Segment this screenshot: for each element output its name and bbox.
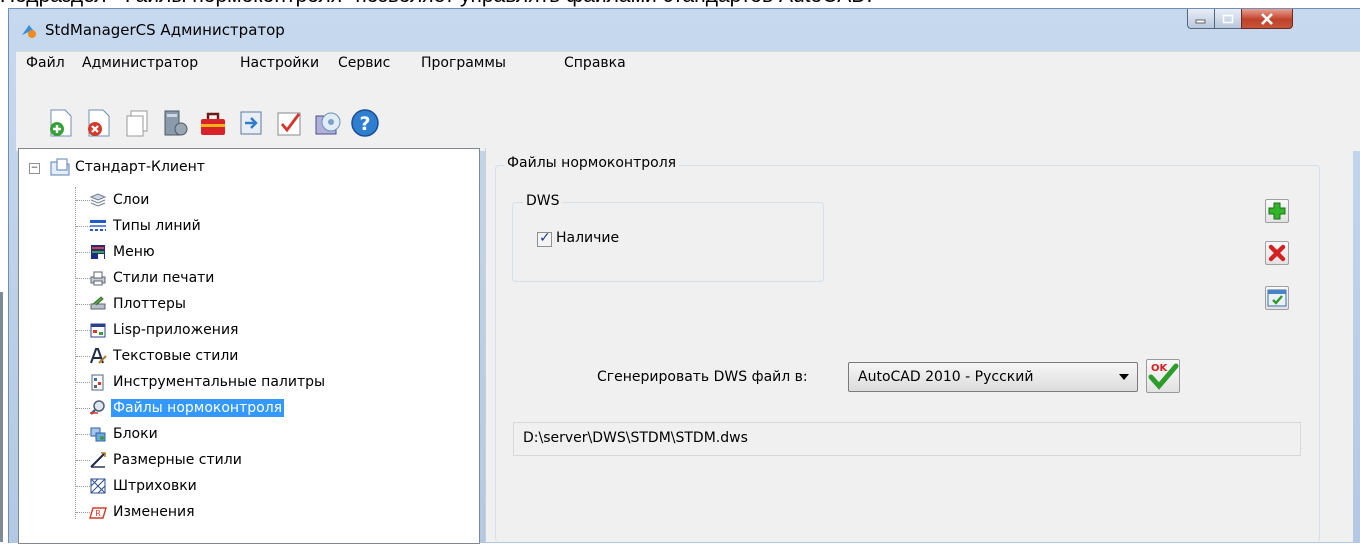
tree-panel[interactable]: − Стандарт-Клиент Слои Типы линий Меню С… (18, 148, 480, 544)
menu-admin[interactable]: Администратор (82, 55, 198, 71)
tree-item-menu[interactable]: Меню (19, 241, 459, 263)
dws-path-field[interactable]: D:\server\DWS\STDM\STDM.dws (513, 422, 1301, 456)
hatch-icon (90, 478, 106, 494)
maximize-icon (1222, 14, 1234, 23)
tree-item-label: Типы линий (113, 218, 201, 234)
layers-icon (89, 193, 107, 207)
dimstyle-icon (90, 452, 106, 468)
toolbox-icon[interactable] (197, 107, 229, 139)
tree-item-label: Плоттеры (113, 296, 186, 312)
tree-item-blocks[interactable]: Блоки (19, 423, 459, 445)
delete-doc-icon[interactable] (83, 107, 115, 139)
checklist-icon[interactable] (273, 107, 305, 139)
dws-group-title: DWS (523, 193, 563, 209)
generate-label: Сгенерировать DWS файл в: (597, 369, 808, 385)
tree-item-label: Размерные стили (113, 452, 242, 468)
tree-item-label: Lisp-приложения (113, 322, 239, 338)
lisp-icon (90, 323, 106, 338)
tree-item-lisp[interactable]: Lisp-приложения (19, 319, 459, 341)
dws-path-value: D:\server\DWS\STDM\STDM.dws (523, 430, 748, 446)
menu-programs[interactable]: Программы (421, 55, 506, 71)
tree-item-print-styles[interactable]: Стили печати (19, 267, 459, 289)
tree-item-tool-palettes[interactable]: Инструментальные палитры (19, 371, 459, 393)
tree-item-label: Стили печати (113, 270, 215, 286)
dws-checkbox[interactable]: ✓ (537, 230, 552, 247)
tree-item-changes[interactable]: R Изменения (19, 501, 459, 523)
chevron-down-icon (1119, 374, 1129, 380)
standards-group-title: Файлы нормоконтроля (504, 155, 680, 171)
plotter-icon (90, 296, 106, 310)
root-folder-icon (50, 158, 70, 176)
minimize-icon (1195, 19, 1206, 23)
export-icon[interactable] (235, 107, 267, 139)
disk-config-icon[interactable] (311, 107, 343, 139)
tree-item-label: Блоки (113, 426, 158, 442)
tree-item-label: Файлы нормоконтроля (111, 399, 285, 417)
menu-settings[interactable]: Настройки (240, 55, 319, 71)
tree-item-dim-styles[interactable]: Размерные стили (19, 449, 459, 471)
apply-button[interactable] (1265, 286, 1289, 310)
tree-item-label: Изменения (113, 504, 195, 520)
menu-service[interactable]: Сервис (338, 55, 390, 71)
help-icon[interactable]: ? (349, 107, 381, 139)
ok-text: OK (1151, 363, 1169, 374)
tree-item-standards-files[interactable]: Файлы нормоконтроля (19, 397, 459, 419)
plus-icon (1268, 202, 1286, 220)
svg-text:?: ? (359, 113, 370, 135)
tree-root-label[interactable]: Стандарт-Клиент (75, 159, 205, 175)
delete-icon (1268, 244, 1286, 262)
tree-item-label: Инструментальные палитры (113, 374, 326, 390)
ok-button[interactable]: OK (1146, 359, 1180, 393)
server-icon[interactable] (159, 107, 191, 139)
blocks-icon (90, 427, 106, 442)
close-button[interactable] (1241, 9, 1293, 29)
caption-text: Подраздел "Файлы нормоконтроля" позволяе… (0, 0, 1360, 8)
version-select[interactable]: AutoCAD 2010 - Русский (848, 362, 1138, 392)
window-title: StdManagerCS Администратор (45, 21, 285, 39)
standards-icon (90, 400, 105, 415)
tree-item-label: Текстовые стили (113, 348, 239, 364)
toolbar: ? (16, 73, 1360, 151)
tree-item-label: Слои (113, 192, 150, 208)
add-doc-icon[interactable] (45, 107, 77, 139)
palette-icon (91, 374, 104, 391)
dws-checkbox-label[interactable]: Наличие (556, 230, 619, 246)
window-edge (0, 292, 3, 542)
linetypes-icon (90, 220, 106, 231)
menu-bar: Файл Администратор Настройки Сервис Прог… (16, 51, 1360, 74)
menu-icon (91, 245, 105, 259)
close-icon (1261, 12, 1273, 25)
tree-collapse-toggle[interactable]: − (29, 163, 40, 174)
tree-item-label: Меню (113, 244, 155, 260)
window-check-icon (1267, 289, 1287, 307)
tree-item-plotters[interactable]: Плоттеры (19, 293, 459, 315)
app-icon (22, 25, 36, 38)
printer-icon (90, 271, 106, 286)
tree-item-layers[interactable]: Слои (19, 189, 459, 211)
version-select-value: AutoCAD 2010 - Русский (858, 369, 1034, 385)
tree-item-text-styles[interactable]: Текстовые стили (19, 345, 459, 367)
tree-item-hatches[interactable]: Штриховки (19, 475, 459, 497)
maximize-button[interactable] (1214, 9, 1242, 29)
svg-text:R: R (95, 509, 101, 518)
changes-icon: R (89, 507, 107, 519)
minimize-button[interactable] (1187, 9, 1215, 29)
tree-item-linetypes[interactable]: Типы линий (19, 215, 459, 237)
tree-item-label: Штриховки (113, 478, 197, 494)
delete-button[interactable] (1265, 241, 1289, 265)
add-button[interactable] (1265, 199, 1289, 223)
check-icon: ✓ (539, 230, 551, 246)
title-bar[interactable]: StdManagerCS Администратор (9, 9, 1360, 51)
menu-file[interactable]: Файл (26, 55, 65, 71)
menu-help[interactable]: Справка (564, 55, 626, 71)
textstyle-icon (90, 348, 107, 364)
copy-icon[interactable] (121, 107, 153, 139)
ok-check-icon: OK (1148, 363, 1179, 390)
